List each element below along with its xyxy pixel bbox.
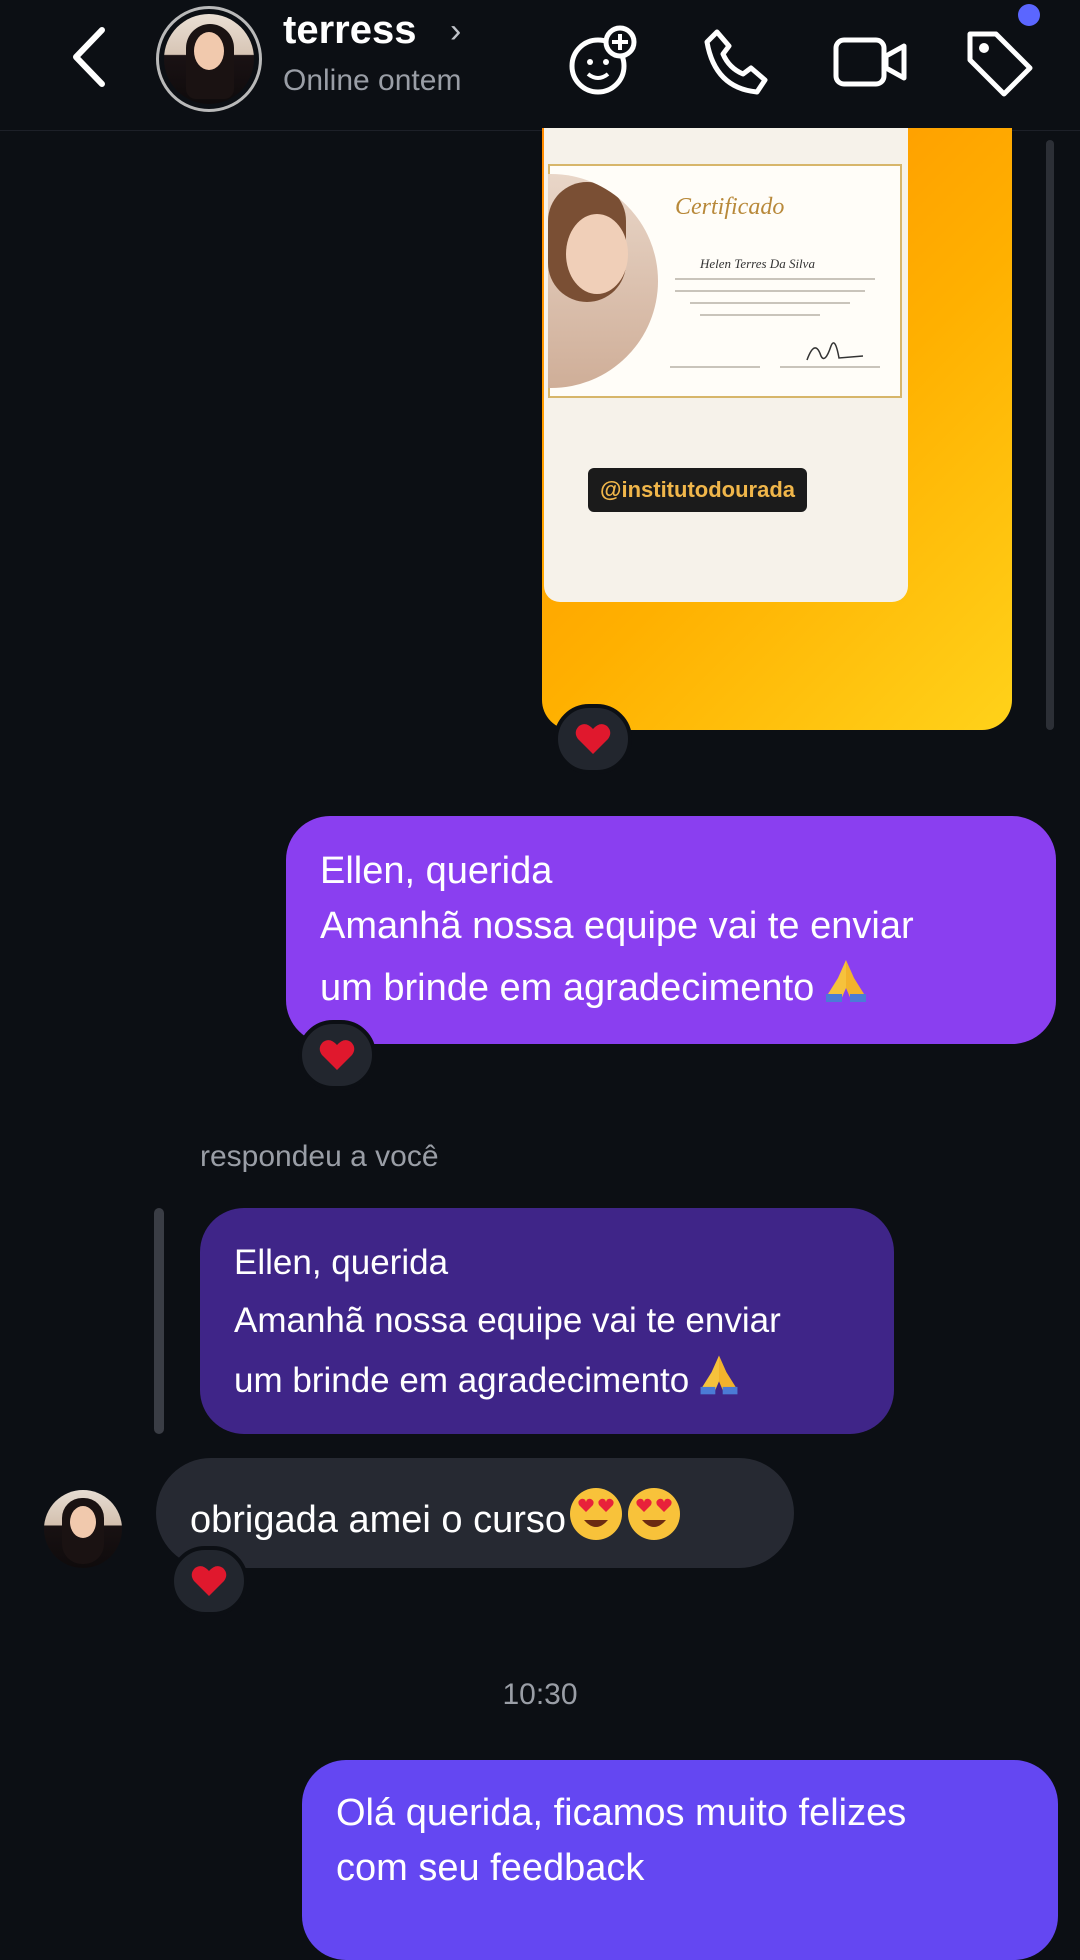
add-effect-icon[interactable] — [562, 22, 642, 102]
heart-reaction[interactable] — [298, 1020, 376, 1090]
certificate-image: Certificado Helen Terres Da Silva — [548, 164, 902, 398]
chat-header: terress › Online ontem — [0, 0, 1080, 131]
heart-icon — [191, 1566, 227, 1596]
video-icon[interactable] — [830, 22, 910, 102]
back-chevron-icon[interactable] — [62, 22, 122, 92]
tag-icon[interactable] — [960, 22, 1040, 102]
message-text: obrigada amei o curso — [190, 1499, 566, 1541]
sender-avatar[interactable] — [44, 1490, 122, 1568]
message-bubble-received[interactable]: obrigada amei o curso — [156, 1458, 794, 1568]
notification-dot — [1018, 4, 1040, 26]
reply-indicator-bar — [154, 1208, 164, 1434]
message-line: com seu feedback — [336, 1847, 645, 1889]
message-line: Olá querida, ficamos muito felizes — [336, 1792, 907, 1834]
folded-hands-icon — [700, 1355, 738, 1395]
quoted-message-bubble[interactable]: Ellen, querida Amanhã nossa equipe vai t… — [200, 1208, 894, 1434]
heart-eyes-emoji-icon — [628, 1488, 680, 1540]
heart-reaction[interactable] — [170, 1546, 248, 1616]
contact-name[interactable]: terress — [283, 8, 416, 53]
message-bubble-sent[interactable]: Olá querida, ficamos muito felizes com s… — [302, 1760, 1058, 1960]
contact-status: Online ontem — [283, 64, 462, 97]
certificate-photo — [548, 174, 658, 388]
scrollbar[interactable] — [1046, 140, 1054, 730]
message-line: um brinde em agradecimento — [320, 967, 815, 1009]
reply-label: respondeu a você — [200, 1140, 439, 1173]
certificate-title: Certificado — [675, 194, 785, 220]
contact-avatar[interactable] — [156, 6, 262, 112]
certificate-name: Helen Terres Da Silva — [700, 256, 815, 271]
quoted-line: Ellen, querida — [234, 1243, 449, 1282]
heart-icon — [319, 1040, 355, 1070]
phone-icon[interactable] — [695, 22, 775, 102]
message-bubble-sent[interactable]: Ellen, querida Amanhã nossa equipe vai t… — [286, 816, 1056, 1044]
heart-icon — [575, 724, 611, 754]
signature-graphic — [806, 342, 864, 361]
quoted-line: um brinde em agradecimento — [234, 1361, 690, 1400]
message-line: Amanhã nossa equipe vai te enviar — [320, 905, 914, 947]
shared-story-card[interactable]: Certificado Helen Terres Da Silva @insti… — [542, 128, 1012, 730]
quoted-line: Amanhã nossa equipe vai te enviar — [234, 1301, 781, 1340]
chevron-right-icon[interactable]: › — [450, 12, 461, 51]
message-line: Ellen, querida — [320, 850, 553, 892]
avatar-image — [164, 14, 254, 104]
timestamp: 10:30 — [502, 1678, 578, 1711]
story-content: Certificado Helen Terres Da Silva @insti… — [544, 128, 908, 602]
heart-reaction[interactable] — [554, 704, 632, 774]
heart-eyes-emoji-icon — [570, 1488, 622, 1540]
folded-hands-icon — [826, 960, 867, 1002]
mention-sticker[interactable]: @institutodourada — [588, 468, 807, 512]
